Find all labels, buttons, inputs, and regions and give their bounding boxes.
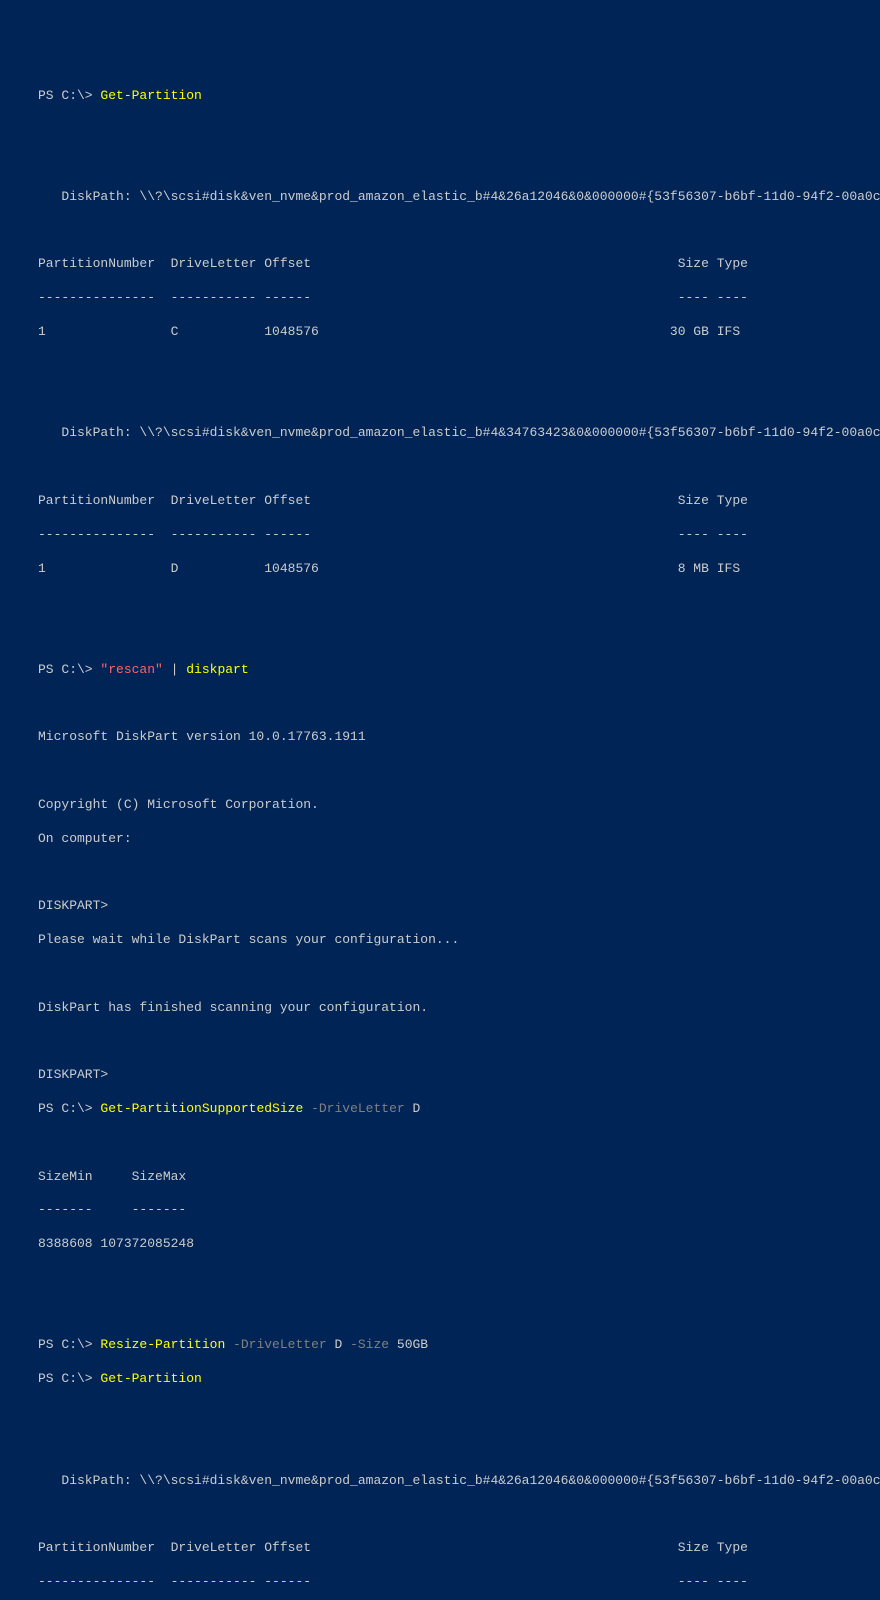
diskpart-computer: On computer: <box>38 831 842 848</box>
diskpath-1: DiskPath: \\?\scsi#disk&ven_nvme&prod_am… <box>38 1473 842 1490</box>
diskpart-wait: Please wait while DiskPart scans your co… <box>38 932 842 949</box>
diskpath-2: DiskPath: \\?\scsi#disk&ven_nvme&prod_am… <box>38 425 842 442</box>
cmdlet-resize: Resize-Partition <box>100 1337 225 1352</box>
diskpart-prompt: DISKPART> <box>38 1067 842 1084</box>
diskpart-prompt: DISKPART> <box>38 898 842 915</box>
cmd-diskpart: diskpart <box>186 662 248 677</box>
param-size: -Size <box>342 1337 389 1352</box>
table-header: PartitionNumber DriveLetter Offset Size … <box>38 1540 842 1557</box>
table-header: PartitionNumber DriveLetter Offset Size … <box>38 256 842 273</box>
diskpart-version: Microsoft DiskPart version 10.0.17763.19… <box>38 729 842 746</box>
string-rescan: "rescan" <box>100 662 162 677</box>
cmd-line-1: PS C:\> Get-Partition <box>38 88 842 105</box>
cmd-line-3: PS C:\> Get-PartitionSupportedSize -Driv… <box>38 1101 842 1118</box>
table-divider: --------------- ----------- ------ ---- … <box>38 1574 842 1591</box>
param-driveletter: -DriveLetter <box>225 1337 326 1352</box>
size-divider: ------- ------- <box>38 1202 842 1219</box>
cmd-line-5: PS C:\> Get-Partition <box>38 1371 842 1388</box>
cmd-line-4: PS C:\> Resize-Partition -DriveLetter D … <box>38 1337 842 1354</box>
table-divider: --------------- ----------- ------ ---- … <box>38 527 842 544</box>
size-header: SizeMin SizeMax <box>38 1169 842 1186</box>
table-header: PartitionNumber DriveLetter Offset Size … <box>38 493 842 510</box>
param-driveletter: -DriveLetter <box>303 1101 404 1116</box>
diskpart-done: DiskPart has finished scanning your conf… <box>38 1000 842 1017</box>
cmd-line-2: PS C:\> "rescan" | diskpart <box>38 662 842 679</box>
table-row: 1 D 1048576 8 MB IFS <box>38 561 842 578</box>
diskpath-1: DiskPath: \\?\scsi#disk&ven_nvme&prod_am… <box>38 189 842 206</box>
cmdlet-get-partition: Get-Partition <box>100 88 201 103</box>
table-row: 1 C 1048576 30 GB IFS <box>38 324 842 341</box>
cmdlet-get-partition: Get-Partition <box>100 1371 201 1386</box>
table-divider: --------------- ----------- ------ ---- … <box>38 290 842 307</box>
cmdlet-get-supported: Get-PartitionSupportedSize <box>100 1101 303 1116</box>
size-row: 8388608 107372085248 <box>38 1236 842 1253</box>
